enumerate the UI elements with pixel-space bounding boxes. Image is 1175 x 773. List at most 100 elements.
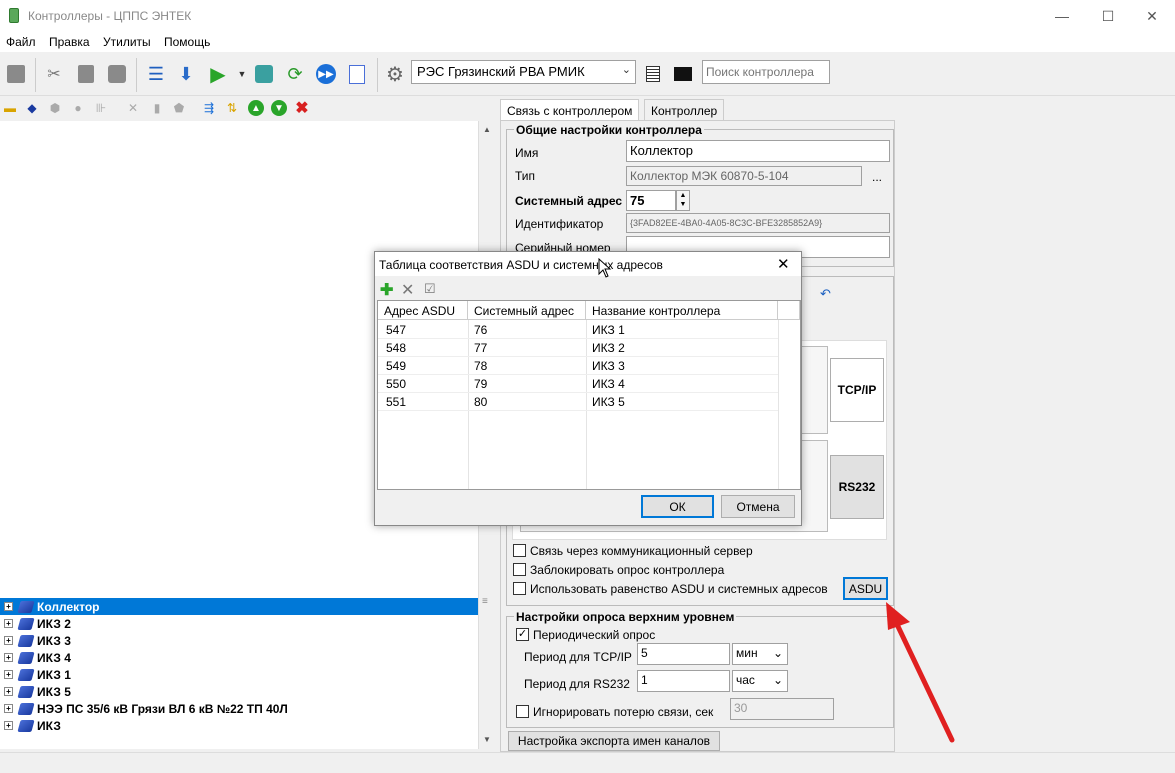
copy-icon[interactable] [75, 63, 97, 85]
table-row[interactable]: 549 78 ИКЗ 3 [378, 357, 778, 375]
server-icon[interactable] [253, 63, 275, 85]
gear-icon[interactable]: ⚙ [384, 63, 406, 86]
expand-icon[interactable]: + [4, 602, 13, 611]
ok-button[interactable]: ОК [641, 495, 714, 518]
dialog-close-button[interactable]: ✕ [777, 255, 790, 273]
scroll-down-icon[interactable]: ▼ [483, 735, 491, 744]
name-label: Имя [515, 146, 539, 160]
remove-icon[interactable]: ✖ [294, 100, 310, 117]
tcpip-button[interactable]: TCP/IP [830, 358, 884, 422]
tab-connection[interactable]: Связь с контроллером [500, 99, 640, 121]
expand-icon[interactable]: + [4, 619, 13, 628]
periodic-checkbox[interactable]: ✓ [516, 628, 529, 641]
undo-icon[interactable]: ↶ [820, 286, 831, 302]
tree-item[interactable]: + ИКЗ 5 [0, 683, 478, 700]
expand-icon[interactable]: + [4, 636, 13, 645]
expand-icon[interactable]: + [4, 704, 13, 713]
search-input[interactable] [702, 60, 830, 84]
maximize-button[interactable]: ☐ [1085, 0, 1131, 32]
dropdown-arrow-icon[interactable]: ▼ [231, 63, 253, 85]
table-row[interactable]: 547 76 ИКЗ 1 [378, 321, 778, 339]
sysaddr-label: Системный адрес [515, 194, 623, 208]
edit-row-icon[interactable]: ☑ [424, 281, 436, 297]
menu-file[interactable]: Файл [6, 35, 36, 49]
tree-item[interactable]: + ИКЗ [0, 717, 478, 734]
tree-item[interactable]: + ИКЗ 4 [0, 649, 478, 666]
fast-forward-icon[interactable]: ▶▶ [315, 63, 337, 85]
splitter-icon[interactable]: ≡ [482, 596, 488, 607]
sync-icon[interactable]: ⟳ [284, 63, 306, 85]
comm-server-checkbox[interactable] [513, 544, 526, 557]
rs-period-field[interactable]: 1 [637, 670, 730, 692]
download-icon[interactable]: ⬇ [175, 63, 197, 85]
type-browse-button[interactable]: ... [872, 170, 882, 184]
move-up-icon[interactable]: ▲ [248, 100, 264, 116]
play-icon[interactable]: ▶ [207, 63, 229, 86]
stop-icon[interactable] [5, 63, 27, 85]
col-header-sysaddr[interactable]: Системный адрес [468, 301, 586, 320]
asdu-grid[interactable]: Адрес ASDU Системный адрес Название конт… [377, 300, 801, 490]
hexagon-icon[interactable]: ⬢ [47, 100, 63, 116]
block-poll-checkbox[interactable] [513, 563, 526, 576]
delete-row-icon[interactable]: ✕ [401, 280, 414, 300]
list-view-icon[interactable] [642, 63, 664, 85]
asdu-button[interactable]: ASDU [843, 577, 888, 600]
menu-edit[interactable]: Правка [49, 35, 90, 49]
cancel-button[interactable]: Отмена [721, 495, 795, 518]
col-header-name[interactable]: Название контроллера [586, 301, 778, 320]
table-row[interactable]: 550 79 ИКЗ 4 [378, 375, 778, 393]
expand-icon[interactable]: + [4, 670, 13, 679]
tree-item[interactable]: + НЭЭ ПС 35/6 кВ Грязи ВЛ 6 кВ №22 ТП 40Л [0, 700, 478, 717]
app-icon [9, 8, 19, 23]
tree-item[interactable]: + Коллектор [0, 598, 478, 615]
col-header-asdu[interactable]: Адрес ASDU [378, 301, 468, 320]
rs232-button[interactable]: RS232 [830, 455, 884, 519]
numbered-list-icon[interactable]: ☰ [145, 63, 167, 85]
menu-utilities[interactable]: Утилиты [103, 35, 151, 49]
tcp-unit-select[interactable]: мин ⌄ [732, 643, 788, 665]
unlink-icon[interactable]: ✕ [125, 100, 141, 116]
delete-icon[interactable]: ▮ [149, 100, 165, 116]
controller-group-select[interactable]: РЭС Грязинский РВА РМИК ⌄ [411, 60, 636, 84]
table-row[interactable]: 548 77 ИКЗ 2 [378, 339, 778, 357]
expand-icon[interactable]: + [4, 653, 13, 662]
spin-up-icon[interactable]: ▲ [680, 192, 687, 199]
expand-icon[interactable]: + [4, 721, 13, 730]
shield-icon[interactable]: ⬟ [171, 100, 187, 116]
tcp-period-field[interactable]: 5 [637, 643, 730, 665]
add-row-icon[interactable]: ✚ [380, 280, 393, 300]
export-names-button[interactable]: Настройка экспорта имен каналов [508, 731, 720, 751]
spin-down-icon[interactable]: ▼ [680, 201, 687, 208]
tree-item-label: ИКЗ 2 [37, 616, 71, 631]
connector-icon[interactable]: ⊪ [93, 100, 109, 116]
expand-icon[interactable]: + [4, 687, 13, 696]
tree-item[interactable]: + ИКЗ 2 [0, 615, 478, 632]
table-row[interactable]: 551 80 ИКЗ 5 [378, 393, 778, 411]
tree-item[interactable]: + ИКЗ 3 [0, 632, 478, 649]
menu-help[interactable]: Помощь [164, 35, 210, 49]
ignore-loss-checkbox[interactable] [516, 705, 529, 718]
console-icon[interactable] [672, 63, 694, 85]
asdu-equal-checkbox[interactable] [513, 582, 526, 595]
rs-unit-select[interactable]: час ⌄ [732, 670, 788, 692]
sysaddr-field[interactable]: 75 [626, 190, 676, 211]
move-down-icon[interactable]: ▼ [271, 100, 287, 116]
cut-icon[interactable]: ✂ [43, 63, 65, 85]
name-field[interactable]: Коллектор [626, 140, 890, 162]
close-button[interactable]: ✕ [1129, 0, 1175, 32]
document-icon[interactable] [346, 63, 368, 85]
cell-sysaddr: 79 [474, 377, 488, 391]
sort-icon[interactable]: ⇅ [224, 100, 240, 116]
sysaddr-spinner[interactable]: ▲ ▼ [676, 190, 690, 211]
import-icon[interactable]: ⇶ [201, 100, 217, 116]
folder-icon[interactable]: ▬ [2, 100, 18, 116]
add-controller-icon[interactable]: ◆ [24, 100, 40, 116]
paste-icon[interactable] [106, 63, 128, 85]
tag-icon[interactable]: ● [70, 100, 86, 116]
controller-icon [17, 617, 35, 630]
tree-item[interactable]: + ИКЗ 1 [0, 666, 478, 683]
minimize-button[interactable]: — [1039, 0, 1085, 32]
window-title: Контроллеры - ЦППС ЭНТЕК [28, 9, 192, 23]
tab-controller[interactable]: Контроллер [644, 99, 725, 121]
scroll-up-icon[interactable]: ▲ [483, 125, 491, 134]
